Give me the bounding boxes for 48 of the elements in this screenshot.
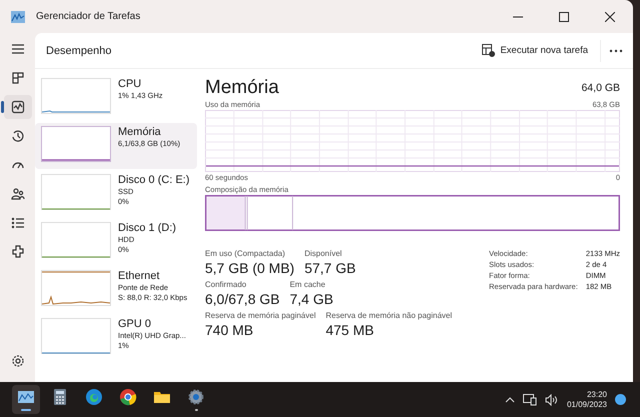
stat-value: 475 MB [326,321,375,339]
grid-icon [10,71,24,85]
run-task-button[interactable]: Executar nova tarefa [476,40,594,61]
chart-icon [17,388,35,406]
puzzle-icon [10,245,24,259]
section-title: Memória [205,77,279,99]
list-icon [10,216,24,230]
settings-icon[interactable] [10,354,24,368]
stat-value: 6,0/67,8 GB [205,290,280,308]
network-icon[interactable] [522,394,537,406]
more-icon[interactable] [609,48,623,52]
stat-label: Disponível [304,248,343,259]
mini-graph [41,174,111,210]
gear-icon [187,388,205,406]
window-title: Gerenciador de Tarefas [36,11,140,22]
mini-graph [41,318,111,354]
stat-label: Reserva de memória não paginável [326,310,452,321]
mini-graph [41,270,111,306]
calculator-icon [51,388,69,406]
browser-icon [85,388,103,406]
stat-value: 57,7 GB [304,259,356,277]
browser-icon [119,388,137,406]
speaker-icon[interactable] [544,394,559,406]
clock[interactable]: 23:20 01/09/2023 [566,390,607,410]
window-add-icon [482,44,496,57]
stat-label: Confirmado [205,279,248,290]
taskbar-app[interactable] [12,385,40,414]
close-icon[interactable] [605,12,615,22]
notification-icon[interactable] [615,394,626,405]
stat-label: Reserva de memória paginável [205,310,316,321]
mini-graph [41,78,111,114]
stat-value: 740 MB [205,321,254,339]
maximize-icon[interactable] [559,12,569,22]
page-title: Desempenho [46,44,112,56]
mini-graph [41,126,111,162]
menu-icon [10,42,24,56]
stat-value: 7,4 GB [290,290,334,308]
mini-graph [41,222,111,258]
stat-value: 5,7 GB (0 MB) [205,259,294,277]
chart-icon [11,10,25,22]
stat-label: Em cache [290,279,326,290]
nav-item[interactable] [4,95,32,119]
chevron-up-icon[interactable] [504,396,515,402]
chart-icon [10,100,24,114]
history-icon [10,129,24,143]
stat-label: Em uso (Compactada) [205,248,286,259]
users-icon [10,187,24,201]
total-memory: 64,0 GB [581,82,620,94]
